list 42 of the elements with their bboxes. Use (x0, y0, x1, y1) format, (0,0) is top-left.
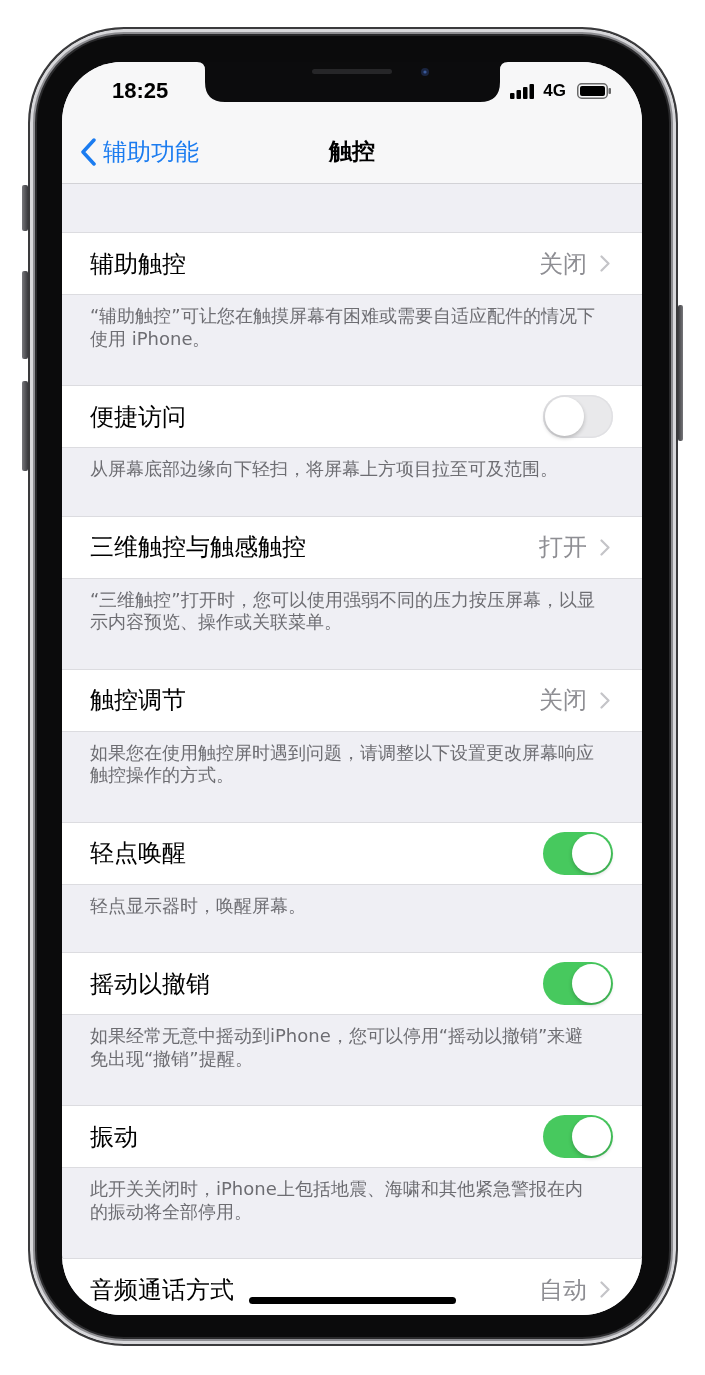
setting-label: 便捷访问 (90, 401, 186, 433)
setting-description: “三维触控”打开时，您可以使用强弱不同的压力按压屏幕，以显示内容预览、操作或关联菜单。 (90, 588, 596, 634)
toggle-switch[interactable] (543, 831, 613, 875)
side-button[interactable] (22, 271, 28, 359)
network-type: 4G (543, 81, 566, 101)
nav-title: 触控 (329, 137, 375, 166)
settings-row[interactable]: 触控调节 关闭 (62, 668, 642, 732)
chevron-right-icon (600, 1281, 610, 1298)
side-button[interactable] (22, 185, 28, 231)
back-button[interactable]: 辅助功能 (80, 135, 199, 168)
toggle-switch[interactable] (543, 1115, 613, 1158)
back-chevron-icon (80, 137, 96, 166)
side-button[interactable] (22, 381, 28, 471)
signal-bars-icon (510, 83, 535, 99)
setting-label: 轻点唤醒 (90, 838, 186, 869)
side-button[interactable] (678, 305, 683, 441)
chevron-right-icon (600, 691, 610, 709)
setting-value: 自动 (539, 1274, 587, 1306)
setting-description: 从屏幕底部边缘向下轻扫，将屏幕上方项目拉至可及范围。 (90, 458, 559, 481)
setting-value: 关闭 (539, 685, 587, 716)
setting-label: 辅助触控 (90, 248, 186, 280)
setting-description: 此开关关闭时，iPhone上包括地震、海啸和其他紧急警报在内的振动将全部停用。 (90, 1178, 584, 1223)
chevron-right-icon (600, 538, 610, 556)
setting-label: 振动 (90, 1121, 138, 1153)
setting-description: 轻点显示器时，唤醒屏幕。 (90, 894, 307, 917)
settings-row[interactable]: 辅助触控 关闭 (62, 232, 642, 295)
setting-label: 音频通话方式 (90, 1274, 234, 1306)
setting-description: 如果经常无意中摇动到iPhone，您可以停用“摇动以撤销”来避免出现“撤销”提醒。 (90, 1025, 585, 1070)
setting-label: 三维触控与触感触控 (90, 532, 306, 563)
chevron-right-icon (600, 255, 610, 272)
setting-label: 摇动以撤销 (90, 968, 210, 1000)
settings-row[interactable]: 三维触控与触感触控 打开 (62, 515, 642, 579)
battery-icon (577, 83, 611, 99)
setting-description: “辅助触控”可让您在触摸屏幕有困难或需要自适应配件的情况下使用 iPhone。 (90, 305, 596, 350)
setting-value: 关闭 (539, 248, 587, 280)
setting-description: 如果您在使用触控屏时遇到问题，请调整以下设置更改屏幕响应触控操作的方式。 (90, 741, 595, 787)
toggle-switch[interactable] (543, 962, 613, 1005)
setting-label: 触控调节 (90, 685, 186, 716)
settings-row[interactable]: 音频通话方式 自动 (62, 1258, 642, 1315)
toggle-switch[interactable] (543, 395, 613, 438)
status-time: 18:25 (112, 78, 169, 104)
setting-value: 打开 (539, 532, 587, 563)
